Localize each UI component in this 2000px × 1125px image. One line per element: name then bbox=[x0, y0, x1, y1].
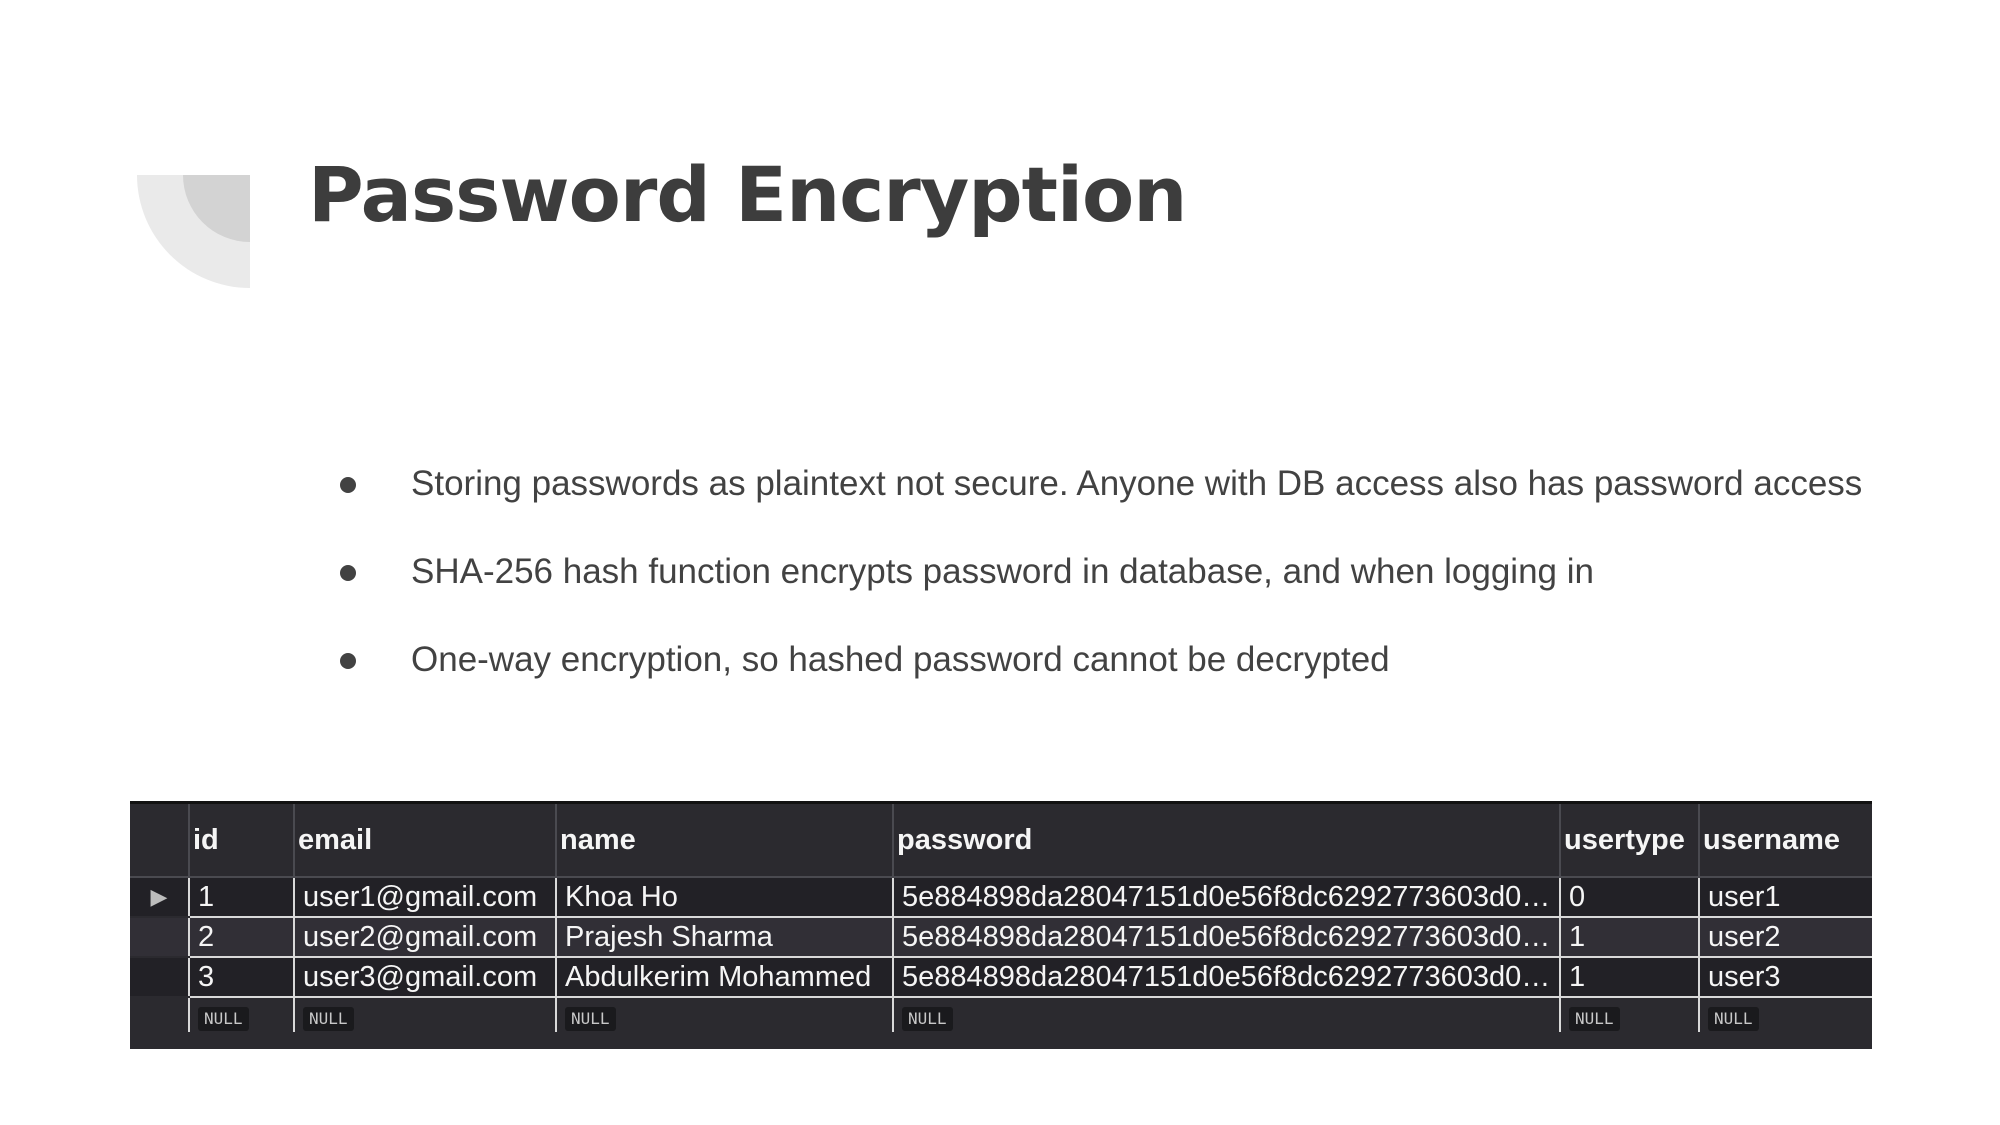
cell-id[interactable]: 1 bbox=[188, 877, 294, 918]
slide: Password Encryption Storing passwords as… bbox=[0, 0, 2000, 1125]
bullet-item: Storing passwords as plaintext not secur… bbox=[330, 440, 1890, 528]
cell-email[interactable]: user3@gmail.com bbox=[293, 957, 556, 998]
column-header-name[interactable]: name bbox=[555, 804, 893, 878]
null-badge: NULL bbox=[303, 1006, 354, 1031]
cell-name[interactable]: Abdulkerim Mohammed bbox=[555, 957, 893, 998]
column-header-email[interactable]: email bbox=[293, 804, 556, 878]
null-badge: NULL bbox=[198, 1006, 249, 1031]
cell-email[interactable]: user1@gmail.com bbox=[293, 877, 556, 918]
cell-id[interactable]: 2 bbox=[188, 917, 294, 958]
table-row[interactable]: 2 user2@gmail.com Prajesh Sharma 5e88489… bbox=[130, 917, 1872, 958]
bullet-text: Storing passwords as plaintext not secur… bbox=[411, 464, 1863, 503]
row-gutter bbox=[130, 997, 189, 1032]
cell-id[interactable]: 3 bbox=[188, 957, 294, 998]
row-gutter-header bbox=[130, 804, 189, 878]
table-row[interactable]: ▶ 1 user1@gmail.com Khoa Ho 5e884898da28… bbox=[130, 877, 1872, 918]
bullet-item: SHA-256 hash function encrypts password … bbox=[330, 528, 1890, 616]
bullet-item: One-way encryption, so hashed password c… bbox=[330, 616, 1890, 704]
cell-usertype[interactable]: 1 bbox=[1559, 917, 1699, 958]
cell-email-null[interactable]: NULL bbox=[293, 997, 556, 1032]
cell-username[interactable]: user2 bbox=[1698, 917, 1872, 958]
cell-id-null[interactable]: NULL bbox=[188, 997, 294, 1032]
database-result-grid: id email name password usertype username… bbox=[130, 801, 1872, 1049]
table-header-row: id email name password usertype username bbox=[130, 804, 1872, 878]
table-row[interactable]: 3 user3@gmail.com Abdulkerim Mohammed 5e… bbox=[130, 957, 1872, 998]
decorative-quarter-circles bbox=[137, 175, 250, 288]
null-badge: NULL bbox=[1708, 1006, 1759, 1031]
cell-usertype-null[interactable]: NULL bbox=[1559, 997, 1699, 1032]
cell-username[interactable]: user1 bbox=[1698, 877, 1872, 918]
cell-usertype[interactable]: 0 bbox=[1559, 877, 1699, 918]
bullet-text: SHA-256 hash function encrypts password … bbox=[411, 552, 1594, 591]
row-gutter bbox=[130, 917, 189, 958]
column-header-password[interactable]: password bbox=[892, 804, 1560, 878]
null-badge: NULL bbox=[902, 1006, 953, 1031]
cell-name[interactable]: Prajesh Sharma bbox=[555, 917, 893, 958]
cell-password-null[interactable]: NULL bbox=[892, 997, 1560, 1032]
slide-title: Password Encryption bbox=[308, 150, 1187, 239]
cell-name[interactable]: Khoa Ho bbox=[555, 877, 893, 918]
cell-password[interactable]: 5e884898da28047151d0e56f8dc6292773603d0… bbox=[892, 877, 1560, 918]
cell-username-null[interactable]: NULL bbox=[1698, 997, 1872, 1032]
bullet-dot-icon bbox=[340, 565, 356, 581]
table-row-new[interactable]: NULL NULL NULL NULL NULL NULL bbox=[130, 997, 1872, 1032]
bullet-text: One-way encryption, so hashed password c… bbox=[411, 640, 1390, 679]
null-badge: NULL bbox=[1569, 1006, 1620, 1031]
cell-name-null[interactable]: NULL bbox=[555, 997, 893, 1032]
null-badge: NULL bbox=[565, 1006, 616, 1031]
bullet-dot-icon bbox=[340, 477, 356, 493]
row-gutter bbox=[130, 957, 189, 998]
users-table: id email name password usertype username… bbox=[130, 804, 1872, 1032]
bullet-list: Storing passwords as plaintext not secur… bbox=[330, 440, 1890, 704]
column-header-id[interactable]: id bbox=[188, 804, 294, 878]
cell-email[interactable]: user2@gmail.com bbox=[293, 917, 556, 958]
cell-usertype[interactable]: 1 bbox=[1559, 957, 1699, 998]
cell-username[interactable]: user3 bbox=[1698, 957, 1872, 998]
bullet-dot-icon bbox=[340, 653, 356, 669]
cell-password[interactable]: 5e884898da28047151d0e56f8dc6292773603d0… bbox=[892, 957, 1560, 998]
cell-password[interactable]: 5e884898da28047151d0e56f8dc6292773603d0… bbox=[892, 917, 1560, 958]
column-header-username[interactable]: username bbox=[1698, 804, 1872, 878]
current-row-arrow-icon: ▶ bbox=[130, 877, 189, 918]
column-header-usertype[interactable]: usertype bbox=[1559, 804, 1699, 878]
